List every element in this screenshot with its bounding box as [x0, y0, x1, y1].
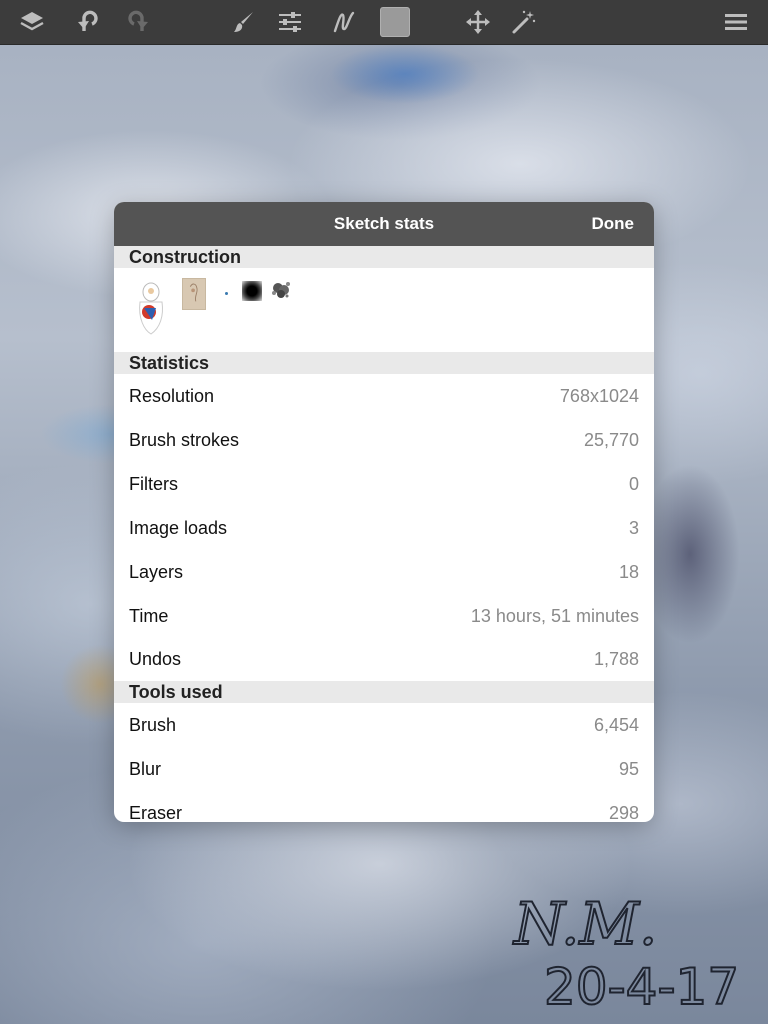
- sketch-stats-dialog: Sketch stats Done Construction Statistic…: [114, 202, 654, 822]
- stat-label: Undos: [129, 649, 182, 669]
- section-header-tools-used: Tools used: [114, 681, 654, 703]
- stat-label: Layers: [129, 561, 184, 582]
- stat-label: Filters: [129, 473, 178, 494]
- dialog-body[interactable]: Construction Statistics Resolution 768x1…: [114, 246, 654, 822]
- stat-value: 1,788: [593, 649, 639, 669]
- section-header-construction: Construction: [114, 246, 654, 268]
- stat-row-brush-strokes: Brush strokes 25,770: [114, 418, 654, 462]
- tool-row-blur: Blur 95: [114, 747, 654, 791]
- magic-wand-icon[interactable]: [510, 8, 538, 36]
- top-toolbar: [0, 0, 768, 45]
- stat-value: 0: [628, 473, 639, 494]
- construction-thumbnail[interactable]: [242, 281, 262, 301]
- stat-value: 25,770: [583, 429, 639, 450]
- dialog-title: Sketch stats: [333, 214, 435, 233]
- section-header-statistics: Statistics: [114, 352, 654, 374]
- stat-value: 768x1024: [559, 385, 639, 406]
- signature-date: 20-4-17: [544, 958, 739, 1014]
- layers-icon[interactable]: [18, 8, 46, 36]
- construction-thumbnail[interactable]: [225, 292, 228, 295]
- tool-value: 6,454: [593, 714, 639, 735]
- stat-label: Image loads: [129, 517, 228, 538]
- tool-label: Blur: [129, 758, 162, 779]
- art-cloud: [330, 44, 480, 104]
- adjustments-icon[interactable]: [276, 8, 304, 36]
- tool-label: Brush: [129, 714, 177, 735]
- brush-icon[interactable]: [230, 8, 258, 36]
- stat-label: Time: [129, 605, 169, 626]
- tool-row-brush: Brush 6,454: [114, 703, 654, 747]
- stat-value: 18: [618, 561, 639, 582]
- art-cloud: [640, 464, 740, 644]
- signature: N.M. 20-4-17: [504, 874, 744, 1017]
- color-swatch[interactable]: [380, 7, 410, 37]
- tool-value: 95: [618, 758, 639, 779]
- tool-label: Eraser: [129, 802, 183, 823]
- undo-icon[interactable]: [74, 8, 102, 36]
- stat-value: 3: [628, 517, 639, 538]
- done-button[interactable]: Done: [592, 202, 635, 246]
- tool-value: 298: [608, 802, 639, 823]
- stat-row-time: Time 13 hours, 51 minutes: [114, 594, 654, 638]
- stat-row-layers: Layers 18: [114, 550, 654, 594]
- stat-label: Resolution: [129, 385, 215, 406]
- redo-icon[interactable]: [124, 8, 152, 36]
- tool-row-eraser: Eraser 298: [114, 791, 654, 823]
- stat-value: 13 hours, 51 minutes: [470, 605, 639, 626]
- signature-initials: N.M.: [512, 890, 657, 958]
- brush-properties-icon[interactable]: [330, 8, 358, 36]
- construction-thumbnail[interactable]: [182, 278, 206, 310]
- stat-row-resolution: Resolution 768x1024: [114, 374, 654, 418]
- transform-icon[interactable]: [464, 8, 492, 36]
- stat-row-filters: Filters 0: [114, 462, 654, 506]
- menu-icon[interactable]: [722, 8, 750, 36]
- stat-label: Brush strokes: [129, 429, 240, 450]
- stat-row-undos: Undos 1,788: [114, 638, 654, 681]
- construction-thumbnail[interactable]: [270, 279, 292, 301]
- construction-thumbnails: [114, 268, 654, 352]
- construction-thumbnail[interactable]: [134, 278, 168, 336]
- dialog-header: Sketch stats Done: [114, 202, 654, 246]
- stat-row-image-loads: Image loads 3: [114, 506, 654, 550]
